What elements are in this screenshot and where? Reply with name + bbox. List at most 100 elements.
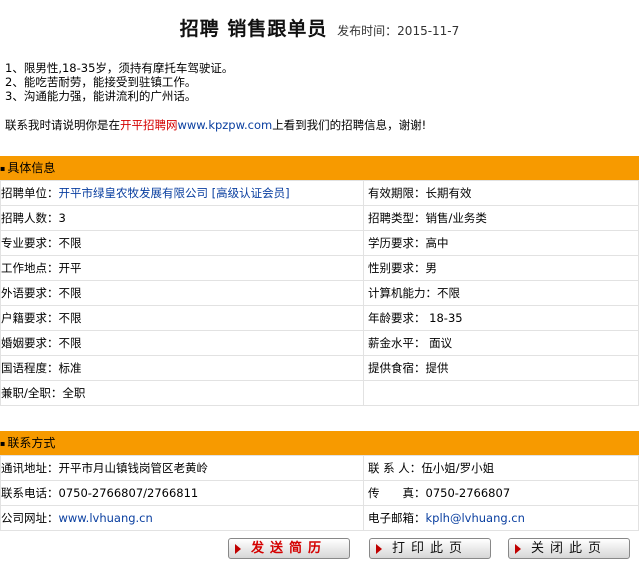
- field-value: 18-35: [425, 311, 463, 325]
- field-value: 3: [58, 211, 66, 225]
- right-cell: 有效期限：长期有效: [363, 180, 639, 206]
- field-label: 户籍要求：: [1, 311, 59, 325]
- field-label: 联系电话：: [1, 486, 59, 500]
- field-label: 招聘类型：: [368, 211, 426, 225]
- field-value: 不限: [437, 286, 460, 300]
- field-label: 婚姻要求：: [1, 336, 59, 350]
- right-cell: 传 真：0750-2766807: [363, 480, 639, 506]
- right-cell: [363, 380, 639, 406]
- right-cell: 招聘类型：销售/业务类: [363, 205, 639, 231]
- field-label: 工作地点：: [1, 261, 59, 275]
- contact-note: 联系我时请说明你是在开平招聘网www.kpzpw.com上看到我们的招聘信息，谢…: [5, 117, 426, 133]
- field-label: 提供食宿：: [368, 361, 426, 375]
- field-label: 薪金水平：: [368, 336, 426, 350]
- field-value: 开平市月山镇钱岗管区老黄岭: [58, 461, 209, 475]
- table-row: 兼职/全职：全职: [0, 380, 639, 406]
- field-label: 有效期限：: [368, 186, 426, 200]
- bullet-icon: ▪: [0, 438, 6, 448]
- arrow-right-icon: [376, 544, 382, 554]
- table-row: 外语要求：不限 计算机能力：不限: [0, 280, 639, 306]
- field-value: 不限: [58, 311, 82, 325]
- field-link[interactable]: www.lvhuang.cn: [59, 511, 153, 525]
- field-value: 不限: [58, 336, 82, 350]
- table-row: 招聘单位：开平市绿皇农牧发展有限公司 [高级认证会员] 有效期限：长期有效: [0, 180, 639, 206]
- left-cell: 兼职/全职：全职: [0, 380, 364, 406]
- field-label: 年龄要求：: [368, 311, 426, 325]
- page-title: 招聘 销售跟单员 发布时间：2015-11-7: [0, 14, 639, 41]
- close-page-button[interactable]: 关闭此页: [508, 538, 630, 559]
- send-resume-button[interactable]: 发送简历: [228, 538, 350, 559]
- field-link[interactable]: 开平市绿皇农牧发展有限公司 [高级认证会员]: [59, 186, 290, 200]
- field-value: 伍小姐/罗小姐: [421, 461, 495, 475]
- field-value: 男: [425, 261, 438, 275]
- left-cell: 联系电话：0750-2766807/2766811: [0, 480, 364, 506]
- left-cell: 专业要求：不限: [0, 230, 364, 256]
- print-page-label: 打印此页: [391, 541, 468, 556]
- publish-date: 发布时间：2015-11-7: [337, 24, 460, 38]
- field-link[interactable]: kplh@lvhuang.cn: [426, 511, 525, 525]
- field-value: 0750-2766807: [425, 486, 511, 500]
- table-row: 婚姻要求：不限 薪金水平： 面议: [0, 330, 639, 356]
- field-value: 面议: [425, 336, 453, 350]
- left-cell: 招聘人数：3: [0, 205, 364, 231]
- arrow-right-icon: [235, 544, 241, 554]
- table-row: 户籍要求：不限 年龄要求： 18-35: [0, 305, 639, 331]
- field-label: 国语程度：: [1, 361, 59, 375]
- send-resume-label: 发送简历: [250, 541, 327, 556]
- right-cell: 年龄要求： 18-35: [363, 305, 639, 331]
- field-label: 联 系 人：: [368, 461, 422, 475]
- print-page-button[interactable]: 打印此页: [369, 538, 491, 559]
- left-cell: 通讯地址：开平市月山镇钱岗管区老黄岭: [0, 455, 364, 481]
- table-row: 专业要求：不限 学历要求：高中: [0, 230, 639, 256]
- requirement-item: 1、限男性,18-35岁，须持有摩托车驾驶证。: [5, 61, 234, 75]
- field-value: 开平: [58, 261, 82, 275]
- right-cell: 学历要求：高中: [363, 230, 639, 256]
- close-page-label: 关闭此页: [530, 541, 607, 556]
- table-row: 招聘人数：3 招聘类型：销售/业务类: [0, 205, 639, 231]
- field-value: 0750-2766807/2766811: [58, 486, 199, 500]
- contact-note-before: 联系我时请说明你是在: [5, 118, 120, 132]
- table-row: 国语程度：标准 提供食宿：提供: [0, 355, 639, 381]
- field-label: 专业要求：: [1, 236, 59, 250]
- right-cell: 性别要求：男: [363, 255, 639, 281]
- requirements-list: 1、限男性,18-35岁，须持有摩托车驾驶证。 2、能吃苦耐劳，能接受到驻镇工作…: [5, 61, 233, 103]
- site-name-link[interactable]: 开平招聘网: [120, 118, 178, 132]
- table-row: 联系电话：0750-2766807/2766811 传 真：0750-276680…: [0, 480, 639, 506]
- left-cell: 户籍要求：不限: [0, 305, 364, 331]
- field-label: 学历要求：: [368, 236, 426, 250]
- detail-table: 招聘单位：开平市绿皇农牧发展有限公司 [高级认证会员] 有效期限：长期有效 招聘人数…: [0, 180, 639, 406]
- job-title: 招聘 销售跟单员: [179, 18, 328, 40]
- contact-table: 通讯地址：开平市月山镇钱岗管区老黄岭联 系 人：伍小姐/罗小姐 联系电话：0750…: [0, 455, 639, 531]
- field-label: 通讯地址：: [1, 461, 59, 475]
- table-row: 工作地点：开平 性别要求：男: [0, 255, 639, 281]
- right-cell: 联 系 人：伍小姐/罗小姐: [363, 455, 639, 481]
- field-value: 销售/业务类: [425, 211, 487, 225]
- field-label: 传 真：: [368, 486, 426, 500]
- left-cell: 工作地点：开平: [0, 255, 364, 281]
- table-row: 公司网址：www.lvhuang.cn 电子邮箱：kplh@lvhuang.cn: [0, 505, 639, 531]
- contact-section-title: 联系方式: [7, 436, 56, 450]
- field-value: 不限: [58, 286, 82, 300]
- contact-note-after: 上看到我们的招聘信息，谢谢!: [272, 118, 427, 132]
- field-label: 计算机能力：: [368, 286, 437, 300]
- bullet-icon: ▪: [0, 163, 6, 173]
- field-label: 性别要求：: [368, 261, 426, 275]
- right-cell: 电子邮箱：kplh@lvhuang.cn: [363, 505, 639, 531]
- field-label: 兼职/全职：: [1, 386, 63, 400]
- field-value: 不限: [58, 236, 82, 250]
- site-url-link[interactable]: www.kpzpw.com: [178, 118, 273, 132]
- field-value: 长期有效: [425, 186, 472, 200]
- field-value: 提供: [425, 361, 449, 375]
- table-row: 通讯地址：开平市月山镇钱岗管区老黄岭联 系 人：伍小姐/罗小姐: [0, 455, 639, 481]
- arrow-right-icon: [515, 544, 521, 554]
- left-cell: 外语要求：不限: [0, 280, 364, 306]
- left-cell: 招聘单位：开平市绿皇农牧发展有限公司 [高级认证会员]: [0, 180, 364, 206]
- field-label: 公司网址：: [1, 511, 59, 525]
- field-label: 招聘人数：: [1, 211, 59, 225]
- right-cell: 计算机能力：不限: [363, 280, 639, 306]
- field-label: 外语要求：: [1, 286, 59, 300]
- requirement-item: 3、沟通能力强，能讲流利的广州话。: [5, 89, 197, 103]
- field-label: 招聘单位：: [1, 186, 59, 200]
- field-value: 高中: [425, 236, 449, 250]
- contact-section-header: ▪ 联系方式: [0, 431, 639, 455]
